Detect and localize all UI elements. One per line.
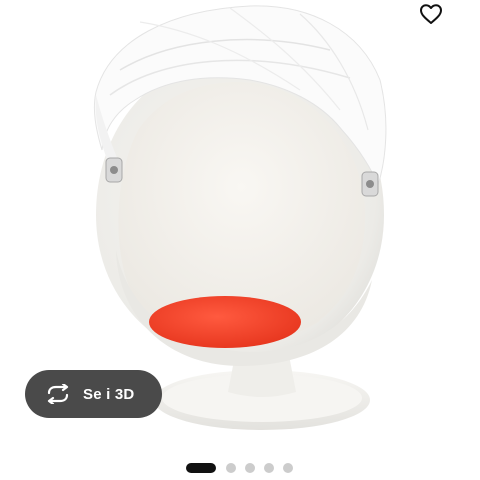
rotate-arrows-icon (43, 383, 73, 405)
pager-dot-4[interactable] (264, 463, 274, 473)
right-hinge-bolt (361, 171, 379, 197)
heart-outline-icon (420, 4, 442, 24)
pager-dot-2[interactable] (226, 463, 236, 473)
seat-cushion (149, 296, 301, 348)
product-gallery: Se i 3D (0, 0, 480, 480)
pager-dot-1[interactable] (186, 463, 216, 473)
view-3d-label: Se i 3D (83, 385, 135, 403)
left-hinge-bolt (105, 157, 123, 183)
view-3d-button[interactable]: Se i 3D (25, 370, 162, 418)
pager-dot-3[interactable] (245, 463, 255, 473)
favorite-button[interactable] (416, 0, 446, 28)
pager-dot-5[interactable] (283, 463, 293, 473)
image-carousel-pager (186, 463, 302, 473)
